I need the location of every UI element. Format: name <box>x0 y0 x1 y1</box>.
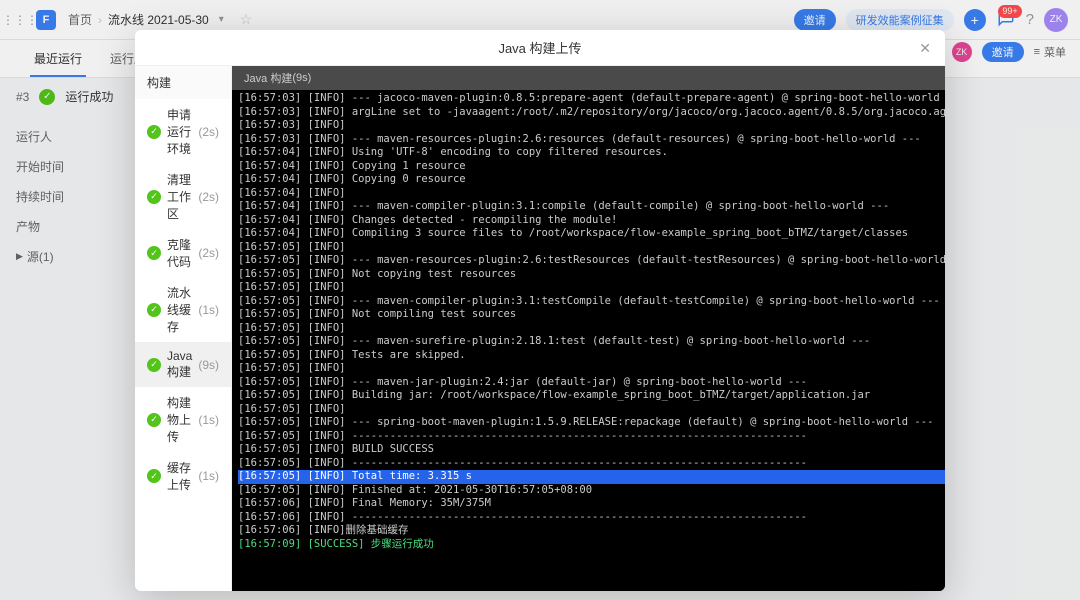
log-line: [16:57:05] [INFO] --- maven-surefire-plu… <box>238 335 945 349</box>
step-item[interactable]: ✓ 缓存上传 (1s) <box>135 452 231 500</box>
step-label: 克隆代码 <box>167 236 192 270</box>
log-line: [16:57:03] [INFO] argLine set to -javaag… <box>238 106 945 120</box>
modal-header: Java 构建上传 ✕ <box>135 30 945 66</box>
log-line: [16:57:06] [INFO]删除基础缓存 <box>238 524 945 538</box>
log-line: [16:57:05] [INFO] ----------------------… <box>238 430 945 444</box>
step-item[interactable]: ✓ 克隆代码 (2s) <box>135 229 231 277</box>
log-panel: Java 构建(9s) 下载 [16:57:03] [INFO] --- jac… <box>232 66 945 591</box>
modal-title: Java 构建上传 <box>498 38 581 57</box>
success-icon: ✓ <box>147 469 161 483</box>
log-line: [16:57:05] [INFO] <box>238 322 945 336</box>
success-icon: ✓ <box>147 303 161 317</box>
log-line: [16:57:05] [INFO] Not copying test resou… <box>238 268 945 282</box>
log-line: [16:57:03] [INFO] --- jacoco-maven-plugi… <box>238 92 945 106</box>
step-duration: (1s) <box>198 303 219 317</box>
step-item[interactable]: ✓ 申请运行环境 (2s) <box>135 99 231 164</box>
log-line: [16:57:05] [INFO] Not compiling test sou… <box>238 308 945 322</box>
success-icon: ✓ <box>147 358 161 372</box>
modal-overlay: Java 构建上传 ✕ 构建 ✓ 申请运行环境 (2s) ✓ 清理工作区 (2s) ✓ 克隆代… <box>0 0 1080 600</box>
log-line: [16:57:05] [INFO] Finished at: 2021-05-3… <box>238 484 945 498</box>
step-duration: (2s) <box>198 246 219 260</box>
close-icon[interactable]: ✕ <box>919 40 931 57</box>
log-line: [16:57:04] [INFO] Using 'UTF-8' encoding… <box>238 146 945 160</box>
log-header: Java 构建(9s) 下载 <box>232 66 945 90</box>
step-item[interactable]: ✓ 清理工作区 (2s) <box>135 164 231 229</box>
step-duration: (2s) <box>198 190 219 204</box>
step-duration: (2s) <box>198 125 219 139</box>
step-duration: (1s) <box>198 413 219 427</box>
log-line: [16:57:09] [SUCCESS] 步骤运行成功 <box>238 538 945 552</box>
log-line: [16:57:06] [INFO] Final Memory: 35M/375M <box>238 497 945 511</box>
log-line: [16:57:04] [INFO] <box>238 187 945 201</box>
log-title: Java 构建 <box>244 70 292 86</box>
step-item[interactable]: ✓ 构建物上传 (1s) <box>135 387 231 452</box>
step-duration: (1s) <box>198 469 219 483</box>
success-icon: ✓ <box>147 246 161 260</box>
success-icon: ✓ <box>147 125 161 139</box>
log-line: [16:57:05] [INFO] --- maven-compiler-plu… <box>238 295 945 309</box>
log-content[interactable]: [16:57:03] [INFO] --- jacoco-maven-plugi… <box>232 90 945 591</box>
sidebar-title: 构建 <box>135 66 231 99</box>
log-line: [16:57:05] [INFO] ----------------------… <box>238 457 945 471</box>
log-line: [16:57:05] [INFO] <box>238 281 945 295</box>
success-icon: ✓ <box>147 413 161 427</box>
step-label: Java 构建 <box>167 349 192 380</box>
log-line: [16:57:05] [INFO] Tests are skipped. <box>238 349 945 363</box>
step-item[interactable]: ✓ Java 构建 (9s) <box>135 342 231 387</box>
log-line: [16:57:05] [INFO] Total time: 3.315 s <box>238 470 945 484</box>
step-label: 流水线缓存 <box>167 284 192 335</box>
step-label: 缓存上传 <box>167 459 192 493</box>
modal-sidebar: 构建 ✓ 申请运行环境 (2s) ✓ 清理工作区 (2s) ✓ 克隆代码 (2s) ✓ 流水线缓存 (… <box>135 66 232 591</box>
log-line: [16:57:05] [INFO] BUILD SUCCESS <box>238 443 945 457</box>
log-line: [16:57:05] [INFO] --- maven-resources-pl… <box>238 254 945 268</box>
log-line: [16:57:04] [INFO] Changes detected - rec… <box>238 214 945 228</box>
build-log-modal: Java 构建上传 ✕ 构建 ✓ 申请运行环境 (2s) ✓ 清理工作区 (2s) ✓ 克隆代… <box>135 30 945 591</box>
log-line: [16:57:04] [INFO] --- maven-compiler-plu… <box>238 200 945 214</box>
log-line: [16:57:05] [INFO] <box>238 403 945 417</box>
log-line: [16:57:05] [INFO] <box>238 362 945 376</box>
log-line: [16:57:03] [INFO] --- maven-resources-pl… <box>238 133 945 147</box>
log-line: [16:57:04] [INFO] Copying 0 resource <box>238 173 945 187</box>
log-line: [16:57:05] [INFO] --- spring-boot-maven-… <box>238 416 945 430</box>
step-duration: (9s) <box>198 358 219 372</box>
log-line: [16:57:05] [INFO] --- maven-jar-plugin:2… <box>238 376 945 390</box>
log-line: [16:57:04] [INFO] Copying 1 resource <box>238 160 945 174</box>
step-label: 构建物上传 <box>167 394 192 445</box>
log-line: [16:57:06] [INFO] ----------------------… <box>238 511 945 525</box>
step-label: 申请运行环境 <box>167 106 192 157</box>
log-line: [16:57:03] [INFO] <box>238 119 945 133</box>
log-line: [16:57:05] [INFO] <box>238 241 945 255</box>
log-line: [16:57:04] [INFO] Compiling 3 source fil… <box>238 227 945 241</box>
log-line: [16:57:05] [INFO] Building jar: /root/wo… <box>238 389 945 403</box>
step-label: 清理工作区 <box>167 171 192 222</box>
success-icon: ✓ <box>147 190 161 204</box>
step-item[interactable]: ✓ 流水线缓存 (1s) <box>135 277 231 342</box>
